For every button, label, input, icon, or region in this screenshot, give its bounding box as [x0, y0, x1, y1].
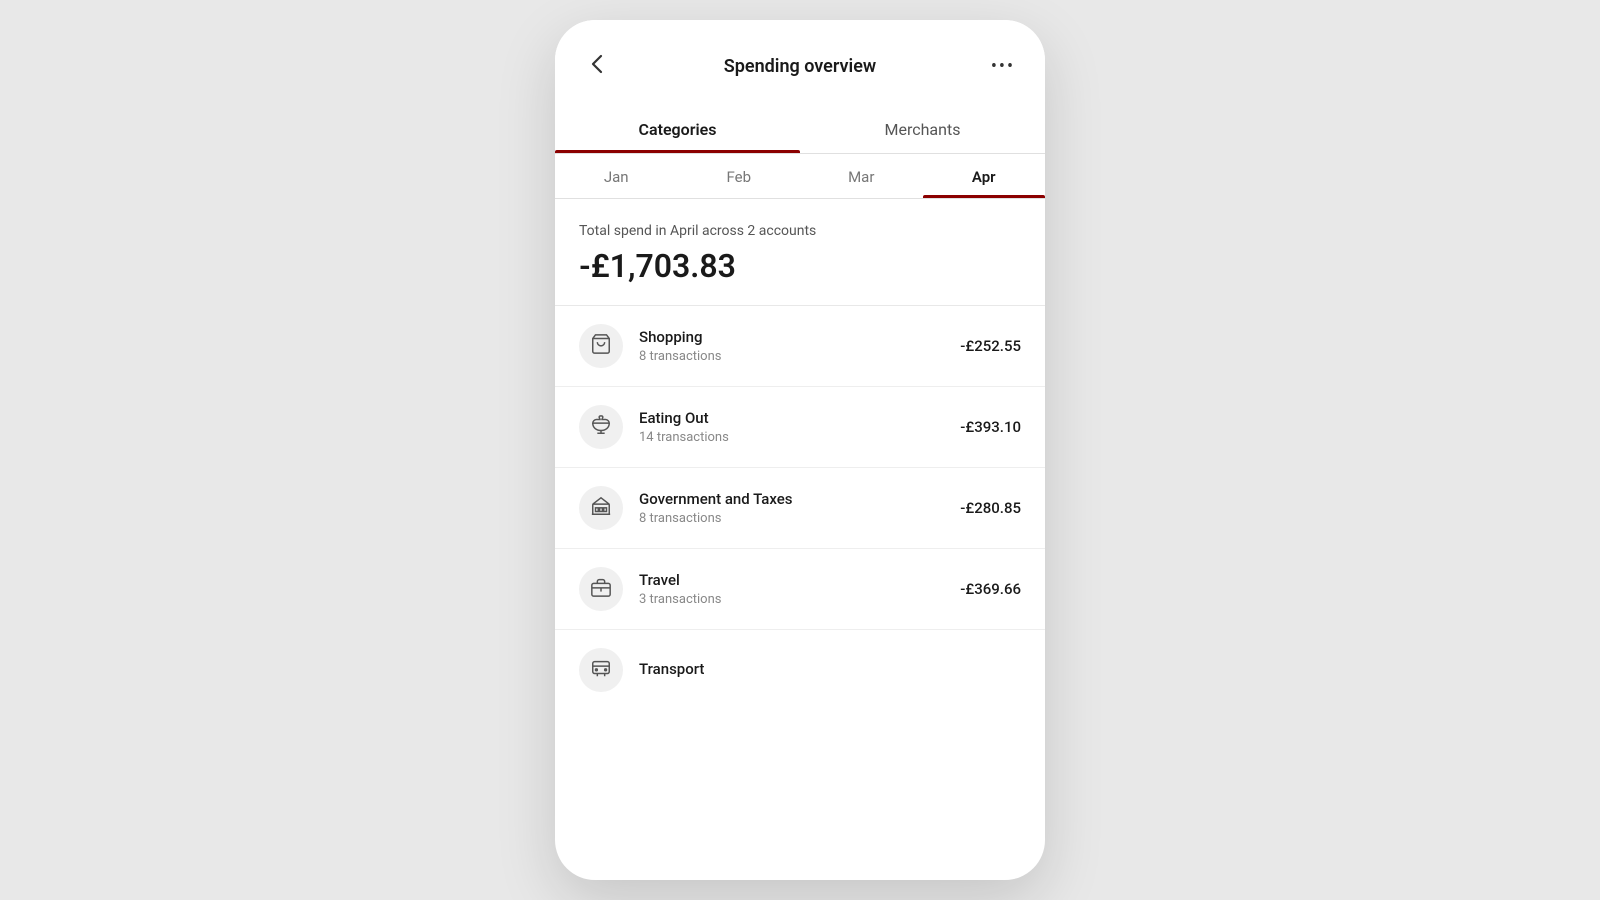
month-tab-bar: Jan Feb Mar Apr: [555, 154, 1045, 199]
summary-label: Total spend in April across 2 accounts: [579, 223, 1021, 239]
tab-merchants[interactable]: Merchants: [800, 104, 1045, 153]
category-icon-wrap-shopping: [579, 324, 623, 368]
category-item-eating-out[interactable]: Eating Out 14 transactions -£393.10: [555, 387, 1045, 468]
category-item-shopping[interactable]: Shopping 8 transactions -£252.55: [555, 306, 1045, 387]
category-transactions-eating-out: 14 transactions: [639, 430, 960, 445]
bowl-icon: [590, 414, 612, 441]
category-info-government: Government and Taxes 8 transactions: [639, 490, 960, 526]
tab-categories[interactable]: Categories: [555, 104, 800, 153]
category-name-shopping: Shopping: [639, 328, 960, 346]
category-info-transport: Transport: [639, 660, 1021, 681]
category-icon-wrap-travel: [579, 567, 623, 611]
summary-section: Total spend in April across 2 accounts -…: [555, 199, 1045, 306]
bus-icon: [590, 657, 612, 684]
category-transactions-shopping: 8 transactions: [639, 349, 960, 364]
briefcase-icon: [590, 576, 612, 603]
tab-mar[interactable]: Mar: [800, 154, 923, 198]
more-icon: •••: [991, 56, 1015, 77]
government-icon: [590, 495, 612, 522]
category-transactions-government: 8 transactions: [639, 511, 960, 526]
tab-jan[interactable]: Jan: [555, 154, 678, 198]
category-list: Shopping 8 transactions -£252.55 Eating …: [555, 306, 1045, 880]
back-icon: [591, 54, 603, 79]
tab-apr[interactable]: Apr: [923, 154, 1046, 198]
category-amount-government: -£280.85: [960, 499, 1021, 517]
category-name-government: Government and Taxes: [639, 490, 960, 508]
category-item-government[interactable]: Government and Taxes 8 transactions -£28…: [555, 468, 1045, 549]
category-icon-wrap-government: [579, 486, 623, 530]
category-item-transport[interactable]: Transport: [555, 630, 1045, 710]
phone-frame: Spending overview ••• Categories Merchan…: [555, 20, 1045, 880]
cart-icon: [590, 333, 612, 360]
category-name-travel: Travel: [639, 571, 960, 589]
category-icon-wrap-eating-out: [579, 405, 623, 449]
category-name-eating-out: Eating Out: [639, 409, 960, 427]
main-tab-bar: Categories Merchants: [555, 104, 1045, 154]
summary-amount: -£1,703.83: [579, 247, 1021, 285]
category-info-travel: Travel 3 transactions: [639, 571, 960, 607]
category-info-shopping: Shopping 8 transactions: [639, 328, 960, 364]
category-transactions-travel: 3 transactions: [639, 592, 960, 607]
more-button[interactable]: •••: [985, 48, 1021, 84]
category-item-travel[interactable]: Travel 3 transactions -£369.66: [555, 549, 1045, 630]
category-amount-eating-out: -£393.10: [960, 418, 1021, 436]
page-title: Spending overview: [724, 56, 876, 77]
header: Spending overview •••: [555, 20, 1045, 104]
category-amount-travel: -£369.66: [960, 580, 1021, 598]
back-button[interactable]: [579, 48, 615, 84]
tab-feb[interactable]: Feb: [678, 154, 801, 198]
category-amount-shopping: -£252.55: [960, 337, 1021, 355]
category-icon-wrap-transport: [579, 648, 623, 692]
category-info-eating-out: Eating Out 14 transactions: [639, 409, 960, 445]
category-name-transport: Transport: [639, 660, 1021, 678]
